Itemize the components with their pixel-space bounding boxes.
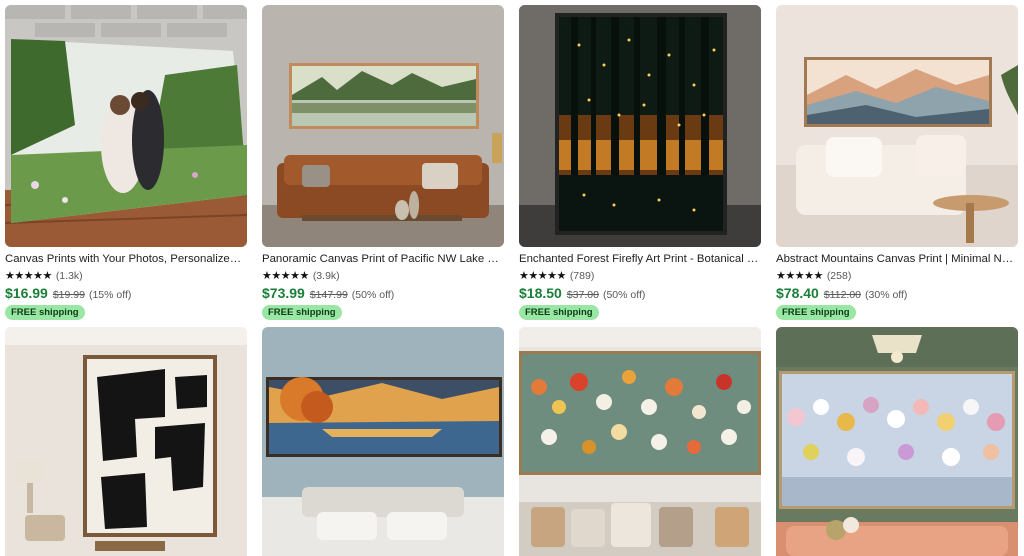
autumn-lake-painting-image[interactable] xyxy=(262,327,504,556)
rating: ★★★★★ (1.3k) xyxy=(5,270,247,282)
free-shipping-badge: FREE shipping xyxy=(519,305,599,320)
free-shipping-badge: FREE shipping xyxy=(5,305,85,320)
star-rating-icon: ★★★★★ xyxy=(776,270,823,282)
listing-title[interactable]: Abstract Mountains Canvas Print | Minima… xyxy=(776,252,1018,266)
firefly-forest-image[interactable] xyxy=(519,5,761,247)
sale-price: $78.40 xyxy=(776,285,819,301)
discount-percent: (50% off) xyxy=(351,289,395,301)
sale-price: $16.99 xyxy=(5,285,48,301)
abstract-mountains-image[interactable] xyxy=(776,5,1018,247)
rating: ★★★★★ (3.9k) xyxy=(262,270,504,282)
discount-percent: (30% off) xyxy=(865,289,908,301)
discount-percent: (15% off) xyxy=(88,289,132,301)
listing-card[interactable]: Canvas Prints with Your Photos, Personal… xyxy=(5,5,247,320)
sale-price: $73.99 xyxy=(262,285,305,301)
price-row: $16.99 $19.99 (15% off) xyxy=(5,285,247,302)
discount-percent: (50% off) xyxy=(602,289,646,301)
original-price: $37.00 xyxy=(566,289,599,301)
wildflower-painting-image[interactable] xyxy=(519,327,761,556)
lake-forest-panorama-image[interactable] xyxy=(262,5,504,247)
original-price: $112.00 xyxy=(823,289,862,301)
review-count: (258) xyxy=(826,270,852,282)
pastel-flowers-painting-image[interactable] xyxy=(776,327,1018,556)
rating: ★★★★★ (258) xyxy=(776,270,1018,282)
listing-card[interactable] xyxy=(262,327,504,556)
star-rating-icon: ★★★★★ xyxy=(519,270,566,282)
rating: ★★★★★ (789) xyxy=(519,270,761,282)
price-row: $73.99 $147.99 (50% off) xyxy=(262,285,504,302)
star-rating-icon: ★★★★★ xyxy=(262,270,309,282)
free-shipping-badge: FREE shipping xyxy=(262,305,342,320)
sale-price: $18.50 xyxy=(519,285,562,301)
listing-title[interactable]: Enchanted Forest Firefly Art Print - Bot… xyxy=(519,252,761,266)
review-count: (1.3k) xyxy=(55,270,83,282)
star-rating-icon: ★★★★★ xyxy=(5,270,52,282)
listing-card[interactable]: Enchanted Forest Firefly Art Print - Bot… xyxy=(519,5,761,320)
listing-card[interactable]: Panoramic Canvas Print of Pacific NW Lak… xyxy=(262,5,504,320)
free-shipping-badge: FREE shipping xyxy=(776,305,856,320)
price-row: $18.50 $37.00 (50% off) xyxy=(519,285,761,302)
listing-card[interactable] xyxy=(519,327,761,556)
price-row: $78.40 $112.00 (30% off) xyxy=(776,285,1018,302)
listing-card[interactable]: Abstract Mountains Canvas Print | Minima… xyxy=(776,5,1018,320)
review-count: (3.9k) xyxy=(312,270,340,282)
couple-photo-canvas-image[interactable] xyxy=(5,5,247,247)
listing-card[interactable] xyxy=(5,327,247,556)
original-price: $19.99 xyxy=(52,289,85,301)
review-count: (789) xyxy=(569,270,595,282)
listing-title[interactable]: Canvas Prints with Your Photos, Personal… xyxy=(5,252,247,266)
listing-title[interactable]: Panoramic Canvas Print of Pacific NW Lak… xyxy=(262,252,504,266)
black-white-abstract-image[interactable] xyxy=(5,327,247,556)
original-price: $147.99 xyxy=(309,289,348,301)
listing-grid: Canvas Prints with Your Photos, Personal… xyxy=(0,0,1024,556)
listing-card[interactable] xyxy=(776,327,1018,556)
